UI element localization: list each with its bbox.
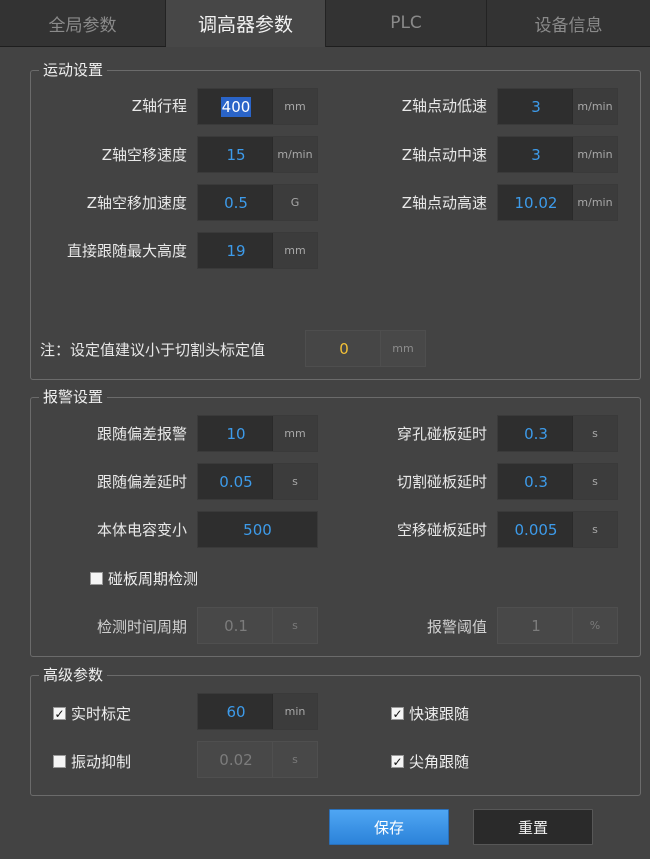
jog-low-label: Z轴点动低速	[401, 97, 487, 115]
z-move-speed-unit: m/min	[272, 137, 317, 172]
max-follow-height-value: 19	[226, 241, 246, 260]
tab-device-info[interactable]: 设备信息	[487, 0, 650, 46]
calibration-note-value: 0	[339, 339, 349, 358]
realtime-calibration-checkbox[interactable]: ✓ 实时标定	[53, 703, 131, 724]
capacitance-drop-field[interactable]: 500	[197, 511, 318, 548]
checkmark-icon: ✓	[53, 706, 66, 721]
alarm-threshold-label: 报警阈值	[426, 618, 487, 636]
realtime-calibration-label: 实时标定	[71, 705, 132, 723]
follow-deviation-delay-label: 跟随偏差延时	[96, 473, 187, 491]
jog-mid-unit: m/min	[572, 137, 617, 172]
follow-deviation-alarm-unit: mm	[272, 416, 317, 451]
advanced-params-group: 高级参数	[30, 664, 641, 796]
cut-touch-delay-unit: s	[572, 464, 617, 499]
motion-settings-legend: 运动设置	[39, 59, 108, 81]
jog-low-unit: m/min	[572, 89, 617, 124]
check-period-unit: s	[272, 608, 317, 643]
calibration-note-field: 0 mm	[305, 330, 426, 367]
check-period-field: 0.1 s	[197, 607, 318, 644]
z-travel-label: Z轴行程	[131, 97, 187, 115]
fast-follow-label: 快速跟随	[409, 705, 470, 723]
tab-global-params[interactable]: 全局参数	[0, 0, 166, 46]
cut-touch-delay-label: 切割碰板延时	[396, 473, 487, 491]
tab-plc[interactable]: PLC	[326, 0, 487, 46]
alarm-threshold-field: 1 %	[497, 607, 618, 644]
z-move-accel-value: 0.5	[224, 193, 248, 212]
unchecked-box-icon	[90, 572, 103, 585]
tab-bar: 全局参数 调高器参数 PLC 设备信息	[0, 0, 650, 47]
move-touch-delay-field[interactable]: 0.005 s	[497, 511, 618, 548]
capacitance-drop-value: 500	[243, 520, 272, 539]
follow-deviation-delay-field[interactable]: 0.05 s	[197, 463, 318, 500]
check-period-label: 检测时间周期	[96, 618, 187, 636]
pierce-touch-delay-unit: s	[572, 416, 617, 451]
reset-button[interactable]: 重置	[473, 809, 593, 845]
move-touch-delay-label: 空移碰板延时	[396, 521, 487, 539]
max-follow-height-unit: mm	[272, 233, 317, 268]
advanced-params-legend: 高级参数	[39, 664, 108, 686]
calibration-note-label: 注：设定值建议小于切割头标定值	[40, 341, 266, 359]
max-follow-height-label: 直接跟随最大高度	[66, 242, 187, 260]
jog-low-value: 3	[531, 97, 541, 116]
jog-high-field[interactable]: 10.02 m/min	[497, 184, 618, 221]
move-touch-delay-unit: s	[572, 512, 617, 547]
follow-deviation-alarm-value: 10	[226, 424, 246, 443]
z-move-accel-field[interactable]: 0.5 G	[197, 184, 318, 221]
follow-deviation-delay-value: 0.05	[219, 472, 253, 491]
tab-height-controller-params[interactable]: 调高器参数	[166, 0, 326, 47]
z-travel-value: 400	[220, 96, 252, 117]
follow-deviation-alarm-label: 跟随偏差报警	[96, 425, 187, 443]
corner-follow-checkbox[interactable]: ✓ 尖角跟随	[391, 751, 469, 772]
periodic-touch-check-checkbox[interactable]: 碰板周期检测	[90, 568, 198, 589]
move-touch-delay-value: 0.005	[514, 520, 558, 539]
checkmark-icon: ✓	[391, 706, 404, 721]
vibration-suppression-value: 0.02	[219, 750, 253, 769]
pierce-touch-delay-label: 穿孔碰板延时	[396, 425, 487, 443]
alarm-threshold-value: 1	[531, 616, 541, 635]
z-move-accel-unit: G	[272, 185, 317, 220]
checkmark-icon: ✓	[391, 754, 404, 769]
cut-touch-delay-field[interactable]: 0.3 s	[497, 463, 618, 500]
jog-high-label: Z轴点动高速	[401, 194, 487, 212]
alarm-settings-legend: 报警设置	[39, 386, 108, 408]
pierce-touch-delay-value: 0.3	[524, 424, 548, 443]
realtime-calibration-unit: min	[272, 694, 317, 729]
vibration-suppression-label: 振动抑制	[71, 753, 132, 771]
unchecked-box-icon	[53, 755, 66, 768]
z-move-speed-value: 15	[226, 145, 246, 164]
follow-deviation-alarm-field[interactable]: 10 mm	[197, 415, 318, 452]
alarm-threshold-unit: %	[572, 608, 617, 643]
pierce-touch-delay-field[interactable]: 0.3 s	[497, 415, 618, 452]
save-button[interactable]: 保存	[329, 809, 449, 845]
jog-low-field[interactable]: 3 m/min	[497, 88, 618, 125]
z-move-speed-field[interactable]: 15 m/min	[197, 136, 318, 173]
vibration-suppression-unit: s	[272, 742, 317, 777]
z-travel-field[interactable]: 400 mm	[197, 88, 318, 125]
jog-mid-field[interactable]: 3 m/min	[497, 136, 618, 173]
jog-mid-label: Z轴点动中速	[401, 146, 487, 164]
jog-mid-value: 3	[531, 145, 541, 164]
capacitance-drop-label: 本体电容变小	[96, 521, 187, 539]
fast-follow-checkbox[interactable]: ✓ 快速跟随	[391, 703, 469, 724]
z-travel-unit: mm	[272, 89, 317, 124]
realtime-calibration-value: 60	[226, 702, 246, 721]
vibration-suppression-field: 0.02 s	[197, 741, 318, 778]
jog-high-unit: m/min	[572, 185, 617, 220]
calibration-note-unit: mm	[380, 331, 425, 366]
corner-follow-label: 尖角跟随	[409, 753, 470, 771]
z-move-speed-label: Z轴空移速度	[101, 146, 187, 164]
vibration-suppression-checkbox[interactable]: 振动抑制	[53, 751, 131, 772]
jog-high-value: 10.02	[514, 193, 558, 212]
max-follow-height-field[interactable]: 19 mm	[197, 232, 318, 269]
periodic-touch-check-label: 碰板周期检测	[108, 570, 199, 588]
realtime-calibration-field[interactable]: 60 min	[197, 693, 318, 730]
check-period-value: 0.1	[224, 616, 248, 635]
follow-deviation-delay-unit: s	[272, 464, 317, 499]
cut-touch-delay-value: 0.3	[524, 472, 548, 491]
z-move-accel-label: Z轴空移加速度	[86, 194, 187, 212]
